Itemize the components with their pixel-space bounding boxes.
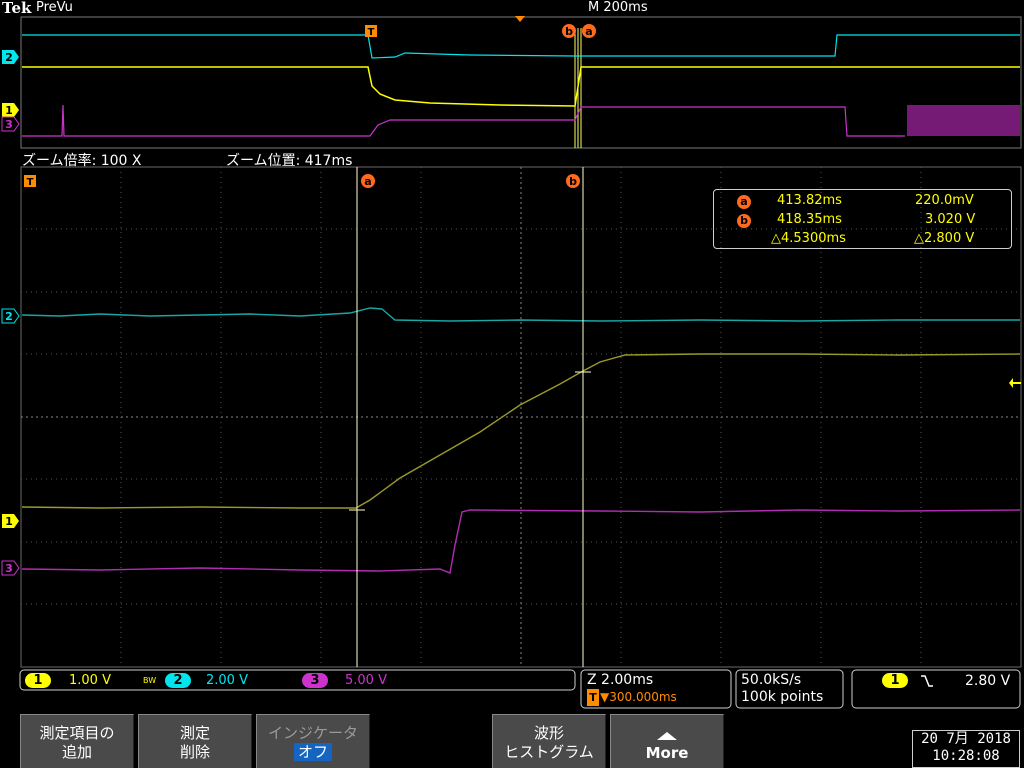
sample-rate: 50.0kS/s <box>741 672 802 688</box>
falling-edge-icon <box>921 675 933 687</box>
chevron-up-icon <box>657 732 677 740</box>
delta-value: △2.800 V <box>914 231 975 246</box>
svg-text:b: b <box>569 175 577 188</box>
svg-text:T: T <box>368 27 375 38</box>
svg-text:a: a <box>585 25 592 38</box>
date-time: 20 7月 2018 10:28:08 <box>912 730 1020 768</box>
waveform-display: T b a a b T 2 1 3 2 1 3 <box>1 16 1022 709</box>
svg-text:2: 2 <box>5 310 13 323</box>
svg-text:1: 1 <box>5 515 13 528</box>
svg-text:3: 3 <box>5 562 13 575</box>
delta-time: △4.5300ms <box>771 231 846 246</box>
trigger-level: 2.80 V <box>965 673 1011 689</box>
trigger-position-icon <box>515 16 525 22</box>
cursor-a-icon: a <box>737 195 751 209</box>
cursor-readout: a 413.82ms 220.0mV b 418.35ms 3.020 V △4… <box>713 189 1012 249</box>
svg-text:1: 1 <box>5 104 13 117</box>
svg-text:2: 2 <box>5 51 13 64</box>
record-length: 100k points <box>741 689 824 705</box>
svg-text:T: T <box>27 177 34 188</box>
zoom-factor: ズーム倍率: 100 X <box>22 153 142 169</box>
trigger-source-badge: 1 <box>882 673 908 688</box>
cursor-a-value: 220.0mV <box>915 193 974 208</box>
svg-text:a: a <box>364 175 371 188</box>
ch1-badge[interactable]: 1 <box>25 673 51 688</box>
cursor-a-time: 413.82ms <box>777 193 842 208</box>
ch3-badge[interactable]: 3 <box>302 673 328 688</box>
zoom-position: ズーム位置: 417ms <box>226 153 353 169</box>
ch2-scale[interactable]: 2.00 V <box>206 673 248 688</box>
zoom-ch2-trace <box>21 307 1020 322</box>
more-button[interactable]: More <box>610 714 724 768</box>
overview-frame <box>20 16 1022 149</box>
svg-text:b: b <box>565 25 573 38</box>
ch3-scale[interactable]: 5.00 V <box>345 673 387 688</box>
cursor-b-row: b 418.35ms 3.020 V <box>714 212 1011 231</box>
overview-ch3-trace <box>22 104 905 137</box>
overview-ch1-trace <box>22 66 1020 107</box>
waveform-histogram-button[interactable]: 波形 ヒストグラム <box>492 714 606 768</box>
zoom-scale[interactable]: Z 2.00ms T ▼300.000ms <box>587 672 729 706</box>
indicator-off-state: オフ <box>293 743 332 761</box>
overview-ch2-trace <box>22 34 1020 59</box>
cursor-b-icon: b <box>737 214 751 228</box>
trigger-info[interactable]: 1 2.80 V <box>857 673 1017 689</box>
trigger-position-value: ▼300.000ms <box>600 690 677 704</box>
ch2-badge[interactable]: 2 <box>165 673 191 688</box>
remove-measurement-button[interactable]: 測定 削除 <box>138 714 252 768</box>
trigger-level-icon <box>1009 378 1021 388</box>
ch1-scale[interactable]: 1.00 V <box>69 673 111 688</box>
svg-text:3: 3 <box>5 118 13 131</box>
acquisition-info[interactable]: 50.0kS/s 100k points <box>741 672 841 706</box>
cursor-delta-row: △4.5300ms △2.800 V <box>714 231 1011 250</box>
date: 20 7月 2018 <box>921 731 1011 747</box>
zoom-horizontal-scale: Z 2.00ms <box>587 672 654 688</box>
cursor-a-row: a 413.82ms 220.0mV <box>714 193 1011 212</box>
channel-scale-row: 1 1.00 V BW 2 2.00 V 3 5.00 V <box>25 673 575 689</box>
trigger-position-icon: T <box>587 689 599 706</box>
ch1-bandwidth-limit: BW <box>143 676 157 685</box>
overview-ch3-burst <box>907 105 1020 136</box>
indicator-button[interactable]: インジケータ オフ <box>256 714 370 768</box>
time: 10:28:08 <box>932 748 1000 764</box>
cursor-b-value: 3.020 V <box>925 212 976 227</box>
add-measurement-button[interactable]: 測定項目の 追加 <box>20 714 134 768</box>
cursor-b-time: 418.35ms <box>777 212 842 227</box>
